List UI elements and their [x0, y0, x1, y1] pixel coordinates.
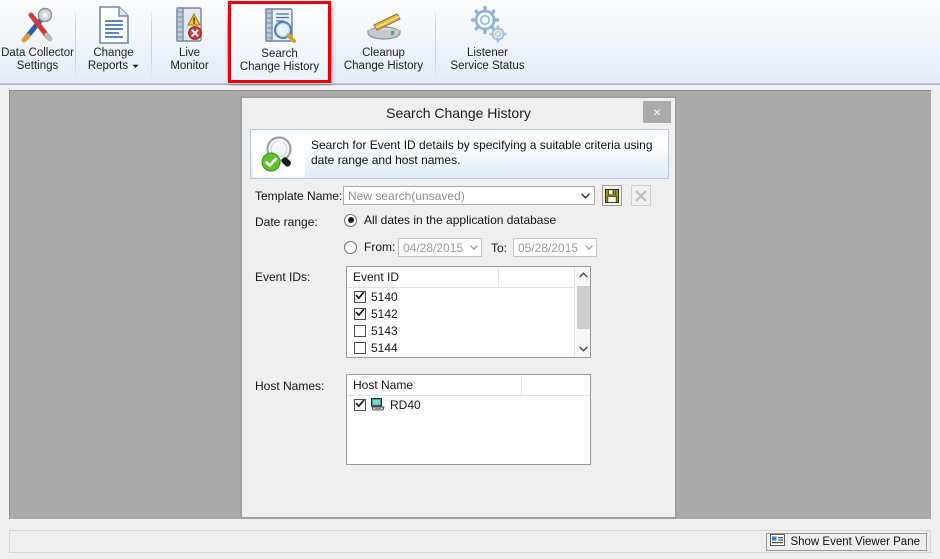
date-from-value: 04/28/2015: [403, 240, 464, 255]
host-names-column-header-empty: [522, 375, 590, 395]
scrollbar-thumb[interactable]: [577, 286, 590, 329]
ribbon-button-change-reports[interactable]: Change Reports: [76, 1, 151, 83]
dialog-banner: Search for Event ID details by specifyin…: [250, 129, 669, 179]
floppy-disk-save-icon: [605, 188, 619, 203]
ribbon-button-cleanup-change-history[interactable]: Cleanup Change History: [332, 1, 435, 83]
radio-custom-range-indicator[interactable]: [344, 240, 357, 254]
screwdriver-wrench-icon: [16, 5, 60, 45]
event-id-checkbox[interactable]: [354, 341, 366, 354]
radio-all-dates-label: All dates in the application database: [364, 213, 557, 227]
pane-icon: [770, 533, 786, 551]
ribbon-button-label-line1: Cleanup: [362, 47, 405, 59]
chevron-down-icon[interactable]: [581, 245, 596, 250]
host-names-listbox[interactable]: Host Name RD40: [346, 374, 591, 465]
event-id-value: 5140: [371, 289, 398, 304]
ribbon-button-label-line2-text: Change History: [239, 60, 320, 73]
document-icon: [92, 5, 136, 45]
ribbon-divider: [0, 83, 940, 84]
banner-description: Search for Event ID details by specifyin…: [311, 138, 653, 167]
radio-custom-range[interactable]: From:: [344, 240, 395, 254]
date-to-input[interactable]: 05/28/2015: [513, 238, 597, 257]
host-name-checkbox[interactable]: [354, 398, 366, 411]
dialog-title: Search Change History: [386, 104, 531, 121]
event-ids-column-header-empty: [499, 267, 575, 287]
ribbon-button-label-line1: Listener: [467, 47, 508, 59]
event-id-checkbox[interactable]: [354, 307, 366, 320]
date-from-input[interactable]: 04/28/2015: [398, 238, 482, 257]
event-id-row[interactable]: 5143: [347, 322, 590, 339]
ribbon-button-label-line2-text: Monitor: [170, 59, 209, 72]
computer-icon: [371, 398, 385, 411]
ribbon-button-label-line1: Live: [178, 47, 201, 59]
ribbon-button-label-line2-text: Change History: [343, 59, 424, 72]
template-name-combo[interactable]: New search(unsaved): [343, 186, 595, 205]
template-name-label: Template Name:: [255, 189, 343, 203]
chevron-down-icon[interactable]: [132, 60, 139, 72]
chevron-down-icon[interactable]: [577, 187, 594, 204]
ribbon-button-label-line2-text: Settings: [16, 59, 59, 72]
event-id-value: 5142: [371, 306, 398, 321]
chevron-down-icon[interactable]: [466, 245, 481, 250]
ribbon-button-data-collector-settings[interactable]: Data Collector Settings: [0, 1, 75, 83]
magnifier-check-icon: [253, 131, 305, 177]
close-icon[interactable]: ×: [643, 101, 671, 123]
radio-all-dates-indicator[interactable]: [344, 213, 357, 227]
application-window: Data Collector Settings Change Reports Live M…: [0, 0, 940, 559]
delete-x-icon: [635, 190, 647, 201]
ribbon-button-label-line2: Settings: [17, 60, 59, 73]
disk-broom-icon: [362, 5, 406, 45]
ribbon-button-search-change-history[interactable]: Search Change History: [228, 1, 331, 83]
date-to-label: To:: [491, 241, 508, 255]
search-change-history-dialog: Search Change History × Search for Event…: [241, 97, 676, 518]
event-id-row[interactable]: 5142: [347, 305, 590, 322]
event-ids-header: Event ID: [347, 267, 590, 288]
event-id-checkbox[interactable]: [354, 290, 366, 303]
event-id-row[interactable]: 5140: [347, 288, 590, 305]
ribbon-button-label-line1: Search: [261, 48, 298, 60]
event-ids-listbox[interactable]: Event ID 5140 5142 5143 5144: [346, 266, 591, 358]
ribbon-button-listener-service-status[interactable]: Listener Service Status: [436, 1, 539, 83]
template-name-value: New search(unsaved): [348, 188, 465, 203]
event-id-checkbox[interactable]: [354, 324, 366, 337]
ribbon-button-label-line2: Change History: [344, 60, 423, 73]
radio-custom-range-label: From:: [364, 240, 396, 254]
host-names-label: Host Names:: [255, 379, 325, 393]
ribbon-button-label-line1: Change: [93, 47, 134, 59]
radio-all-dates[interactable]: All dates in the application database: [344, 213, 556, 227]
date-to-value: 05/28/2015: [518, 240, 579, 255]
ribbon-button-label-line2-text: Service Status: [450, 59, 525, 72]
event-id-value: 5143: [371, 323, 398, 338]
event-ids-scrollbar[interactable]: [574, 267, 590, 357]
scroll-up-icon[interactable]: [575, 267, 590, 283]
ribbon-button-label-line1: Data Collector: [1, 47, 74, 59]
show-event-viewer-pane-button[interactable]: Show Event Viewer Pane: [766, 533, 927, 551]
dialog-title-bar[interactable]: Search Change History ×: [242, 98, 675, 127]
event-ids-label: Event IDs:: [255, 270, 311, 284]
scroll-down-icon[interactable]: [575, 341, 590, 357]
save-template-button[interactable]: [602, 185, 622, 206]
gears-icon: [466, 5, 510, 45]
show-event-viewer-pane-label: Show Event Viewer Pane: [790, 536, 920, 548]
host-names-column-header: Host Name: [347, 375, 522, 395]
ribbon-button-label-line2: Monitor: [170, 60, 208, 73]
host-name-value: RD40: [390, 397, 421, 412]
host-name-row[interactable]: RD40: [347, 396, 590, 413]
event-id-value: 5144: [371, 340, 398, 355]
ribbon-button-label-line2: Change History: [240, 61, 319, 74]
event-id-row[interactable]: 5144: [347, 339, 590, 356]
alert-book-icon: [168, 5, 212, 45]
ribbon-button-live-monitor[interactable]: Live Monitor: [152, 1, 227, 83]
book-magnifier-icon: [258, 6, 302, 46]
ribbon-button-label-line2: Reports: [88, 60, 139, 73]
event-ids-column-header: Event ID: [347, 267, 499, 287]
ribbon-toolbar: Data Collector Settings Change Reports Live M…: [0, 0, 940, 85]
host-names-header: Host Name: [347, 375, 590, 396]
date-range-label: Date range:: [255, 215, 318, 229]
ribbon-button-label-line2-text: Reports: [87, 59, 129, 72]
status-bar: Show Event Viewer Pane: [9, 530, 931, 553]
ribbon-button-label-line2: Service Status: [450, 60, 524, 73]
delete-template-button[interactable]: [631, 185, 651, 206]
